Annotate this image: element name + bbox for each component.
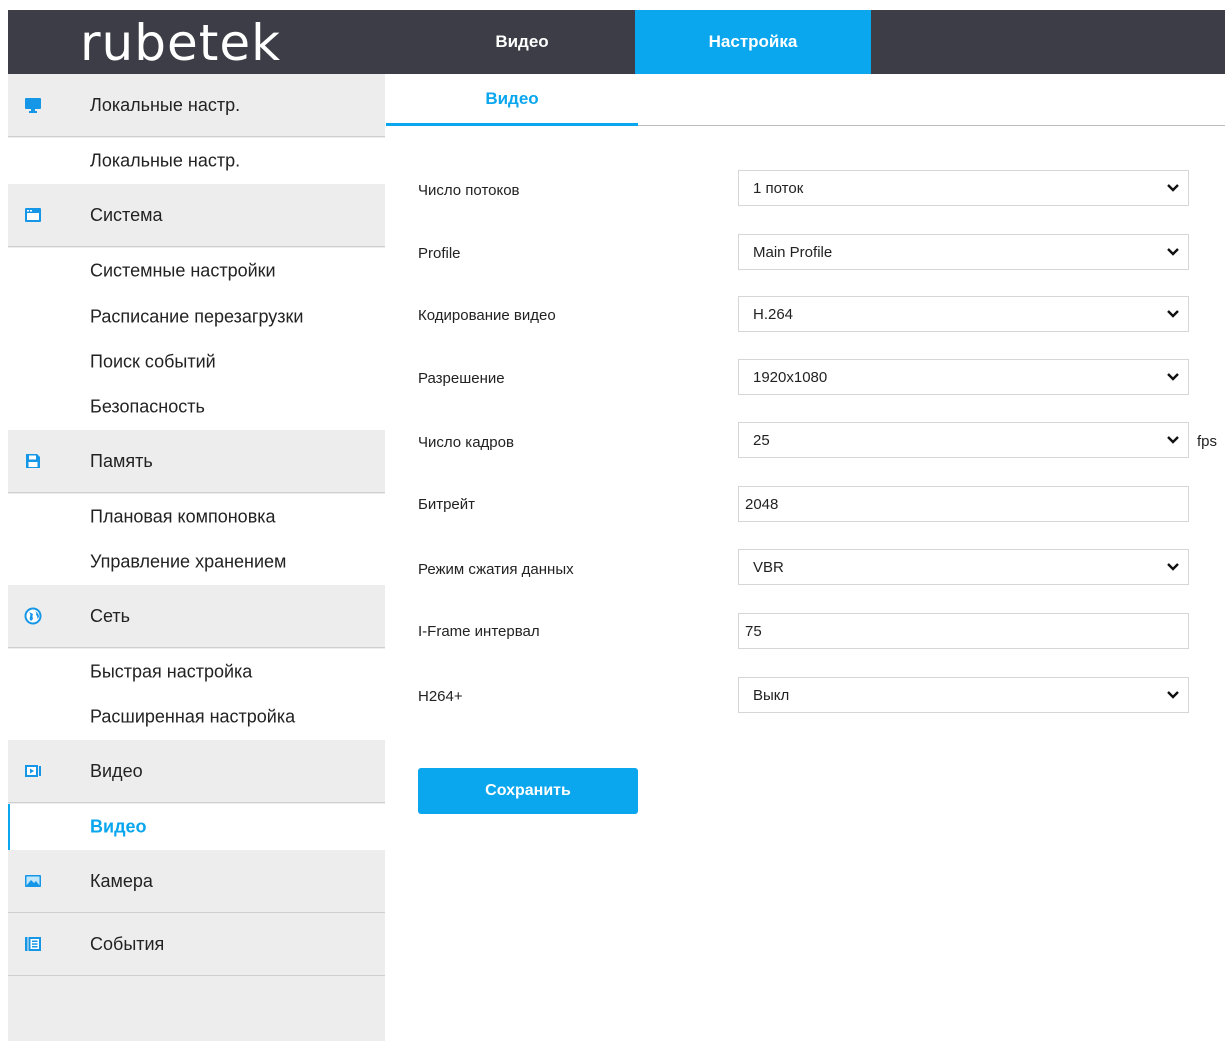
chevron-down-icon [1167,184,1179,192]
sidebar-group-storage[interactable]: Память [8,430,385,493]
select-value: Main Profile [753,243,833,261]
sidebar-item-system-settings[interactable]: Системные настройки [8,248,385,294]
sidebar-item-security[interactable]: Безопасность [8,384,385,430]
fps-unit-label: fps [1197,433,1218,450]
sidebar-item-label: Расписание перезагрузки [90,306,304,327]
sidebar-group-network[interactable]: Сеть [8,585,385,648]
sidebar-item-label: Системные настройки [90,260,276,281]
sidebar-group-label: Локальные настр. [90,94,241,115]
frame-rate-select[interactable]: 25 [738,422,1189,458]
chevron-down-icon [1167,373,1179,381]
stream-count-label: Число потоков [418,182,520,199]
sidebar-item-reboot-schedule[interactable]: Расписание перезагрузки [8,294,385,340]
image-icon [25,875,41,887]
window-icon [25,208,41,222]
sidebar-group-camera[interactable]: Камера [8,850,385,913]
floppy-icon [26,454,40,468]
sidebar-group-events[interactable]: События [8,913,385,976]
iframe-interval-label: I-Frame интервал [418,623,540,640]
sidebar: Локальные настр. Локальные настр. Систем… [8,74,385,1041]
frame-rate-label: Число кадров [418,434,514,451]
h264plus-select[interactable]: Выкл [738,677,1189,713]
top-bar: rubetek Видео Настройка [8,10,1225,74]
select-value: 25 [753,431,770,449]
compression-mode-select[interactable]: VBR [738,549,1189,585]
sidebar-submenu-storage: Плановая компоновка Управление хранением [8,494,385,585]
input-value: 2048 [745,495,779,513]
input-value: 75 [745,622,762,640]
sidebar-item-event-search[interactable]: Поиск событий [8,339,385,385]
select-value: 1 поток [753,179,804,197]
sidebar-item-label: Безопасность [90,396,205,417]
sidebar-group-label: Память [90,450,153,471]
bitrate-label: Битрейт [418,496,476,513]
chevron-down-icon [1167,691,1179,699]
content-tabs: Видео [386,74,1225,126]
video-icon [25,765,41,777]
sidebar-submenu-network: Быстрая настройка Расширенная настройка [8,649,385,740]
iframe-interval-input[interactable]: 75 [738,613,1189,649]
h264plus-label: H264+ [418,688,463,705]
sidebar-submenu-system: Системные настройки Расписание перезагру… [8,248,385,430]
sidebar-group-label: Камера [90,870,153,891]
sidebar-item-label: Локальные настр. [90,150,241,171]
select-value: VBR [753,558,784,576]
compression-mode-label: Режим сжатия данных [418,561,574,578]
bitrate-input[interactable]: 2048 [738,486,1189,522]
sidebar-group-video[interactable]: Видео [8,740,385,803]
sidebar-group-label: Система [90,204,163,225]
sidebar-group-system[interactable]: Система [8,184,385,247]
stream-count-select[interactable]: 1 поток [738,170,1189,206]
chevron-down-icon [1167,310,1179,318]
sidebar-item-label: Плановая компоновка [90,506,276,527]
sidebar-item-label: Быстрая настройка [90,661,253,682]
tab-video[interactable]: Видео [409,10,635,74]
sidebar-item-advanced-setup[interactable]: Расширенная настройка [8,694,385,740]
profile-select[interactable]: Main Profile [738,234,1189,270]
subtab-video[interactable]: Видео [386,74,638,126]
sidebar-group-local-settings[interactable]: Локальные настр. [8,74,385,137]
video-encoding-label: Кодирование видео [418,307,556,324]
sidebar-group-label: События [90,933,165,954]
sidebar-group-label: Сеть [90,605,131,626]
chevron-down-icon [1167,563,1179,571]
select-value: H.264 [753,305,794,323]
sidebar-item-label: Управление хранением [90,551,287,572]
sidebar-item-schedule-layout[interactable]: Плановая компоновка [8,494,385,540]
sidebar-item-label: Видео [90,816,147,837]
save-button[interactable]: Сохранить [418,768,638,814]
profile-label: Profile [418,245,461,262]
resolution-label: Разрешение [418,370,505,387]
select-value: Выкл [753,686,790,704]
sidebar-group-label: Видео [90,760,143,781]
logo: rubetek [80,14,282,72]
globe-icon [24,607,42,625]
resolution-select[interactable]: 1920x1080 [738,359,1189,395]
video-encoding-select[interactable]: H.264 [738,296,1189,332]
sidebar-item-video[interactable]: Видео [8,804,385,850]
sidebar-item-label: Расширенная настройка [90,706,296,727]
monitor-icon [25,98,41,113]
sidebar-item-local-settings[interactable]: Локальные настр. [8,138,385,184]
sidebar-item-storage-management[interactable]: Управление хранением [8,539,385,585]
sidebar-item-quick-setup[interactable]: Быстрая настройка [8,649,385,695]
sidebar-item-label: Поиск событий [90,351,216,372]
chevron-down-icon [1167,248,1179,256]
chevron-down-icon [1167,436,1179,444]
select-value: 1920x1080 [753,368,828,386]
list-icon [25,937,41,951]
tab-settings[interactable]: Настройка [635,10,871,74]
